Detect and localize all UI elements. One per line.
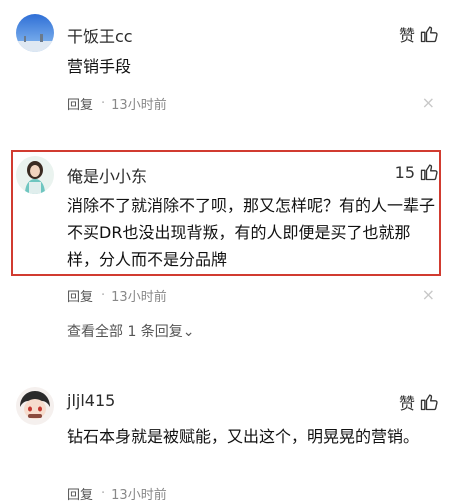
separator-dot: · [101,288,106,303]
username[interactable]: 俺是小小东 [67,163,147,187]
comment-item: jljl415 赞 钻石本身就是被赋能，又出这个，明晃晃的营销。 回复 · 13… [0,378,453,503]
like-button[interactable]: 赞 [399,22,439,46]
username[interactable]: 干饭王cc [67,23,133,47]
avatar-sky-image [16,14,54,52]
comment-text: 消除不了就消除不了呗，那又怎样呢？有的人一辈子不买DR也没出现背叛，有的人即便是… [67,196,436,269]
comment-text: 营销手段 [67,57,132,76]
reply-link[interactable]: 回复 [67,484,93,503]
comment-meta: 回复 · 13小时前 [67,286,167,305]
comment-item: 干饭王cc 赞 营销手段 回复 · 13小时前 × [0,0,453,130]
avatar[interactable] [16,156,54,194]
username[interactable]: jljl415 [67,391,115,410]
close-icon[interactable]: × [422,287,435,303]
comment-meta: 回复 · 13小时前 [67,94,167,113]
timestamp: 13小时前 [111,98,167,113]
reply-link[interactable]: 回复 [67,286,93,305]
like-label: 赞 [398,26,415,45]
thumbs-up-icon [420,26,438,43]
comment-item: 俺是小小东 15 消除不了就消除不了呗，那又怎样呢？有的人一辈子不买DR也没出现… [0,150,453,350]
thumbs-up-icon [420,394,438,411]
avatar[interactable] [16,387,54,425]
close-icon[interactable]: × [422,95,435,111]
avatar-person-image [16,156,54,194]
avatar-anime-image [16,387,54,425]
reply-link[interactable]: 回复 [67,94,93,113]
timestamp: 13小时前 [111,488,167,503]
like-count: 15 [394,162,415,182]
like-label: 赞 [398,394,415,413]
comment-text: 钻石本身就是被赋能，又出这个，明晃晃的营销。 [67,427,420,446]
like-button[interactable]: 赞 [399,390,439,414]
separator-dot: · [101,96,106,111]
view-all-replies-link[interactable]: 查看全部 1 条回复⌄ [67,321,195,341]
thumbs-up-icon [420,164,438,181]
like-button[interactable]: 15 [395,162,439,182]
separator-dot: · [101,486,106,501]
avatar[interactable] [16,14,54,52]
timestamp: 13小时前 [111,290,167,305]
comment-meta: 回复 · 13小时前 [67,484,167,503]
